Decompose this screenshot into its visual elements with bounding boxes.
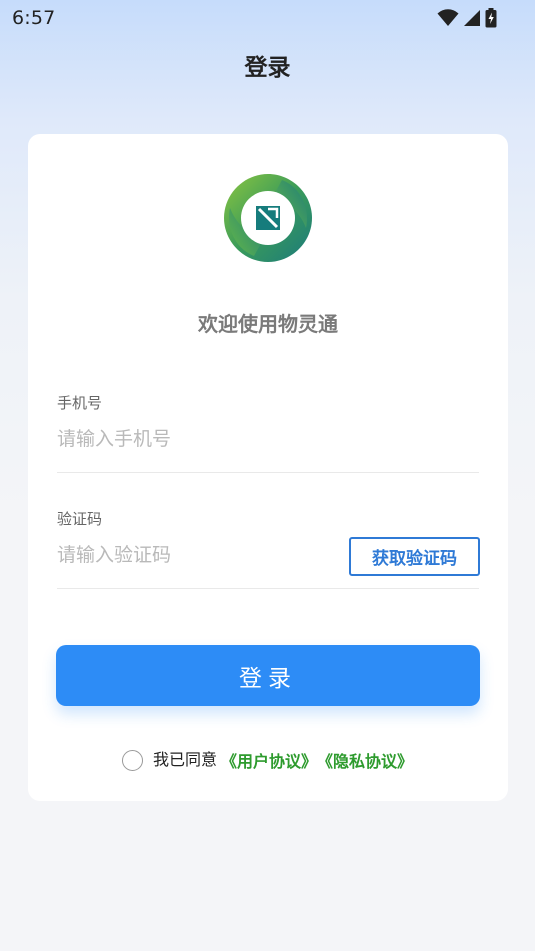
phone-underline [57, 472, 479, 473]
privacy-policy-link[interactable]: 《隐私协议》 [317, 748, 413, 772]
app-logo-icon [224, 174, 312, 262]
phone-label: 手机号 [57, 394, 103, 412]
get-code-button[interactable]: 获取验证码 [349, 537, 480, 576]
agree-checkbox[interactable] [122, 749, 143, 771]
code-underline [57, 588, 479, 589]
wifi-icon [437, 9, 459, 26]
phone-input[interactable] [57, 422, 477, 456]
user-agreement-link[interactable]: 《用户协议》 [221, 748, 317, 772]
agreement-row: 我已同意 《用户协议》 《隐私协议》 [122, 746, 413, 774]
welcome-text: 欢迎使用物灵通 [198, 312, 338, 336]
code-label: 验证码 [57, 510, 103, 528]
agree-text: 我已同意 [153, 750, 218, 769]
status-time: 6:57 [12, 7, 56, 29]
status-icons [437, 8, 497, 28]
code-input[interactable] [57, 538, 337, 572]
page-title: 登录 [244, 55, 291, 81]
battery-charging-icon [485, 8, 497, 28]
login-button[interactable]: 登录 [56, 645, 480, 706]
status-bar: 6:57 [0, 0, 535, 36]
signal-icon [464, 10, 480, 26]
login-card: 欢迎使用物灵通 手机号 验证码 获取验证码 登录 我已同意 《用户协议》 《隐私… [28, 134, 508, 801]
